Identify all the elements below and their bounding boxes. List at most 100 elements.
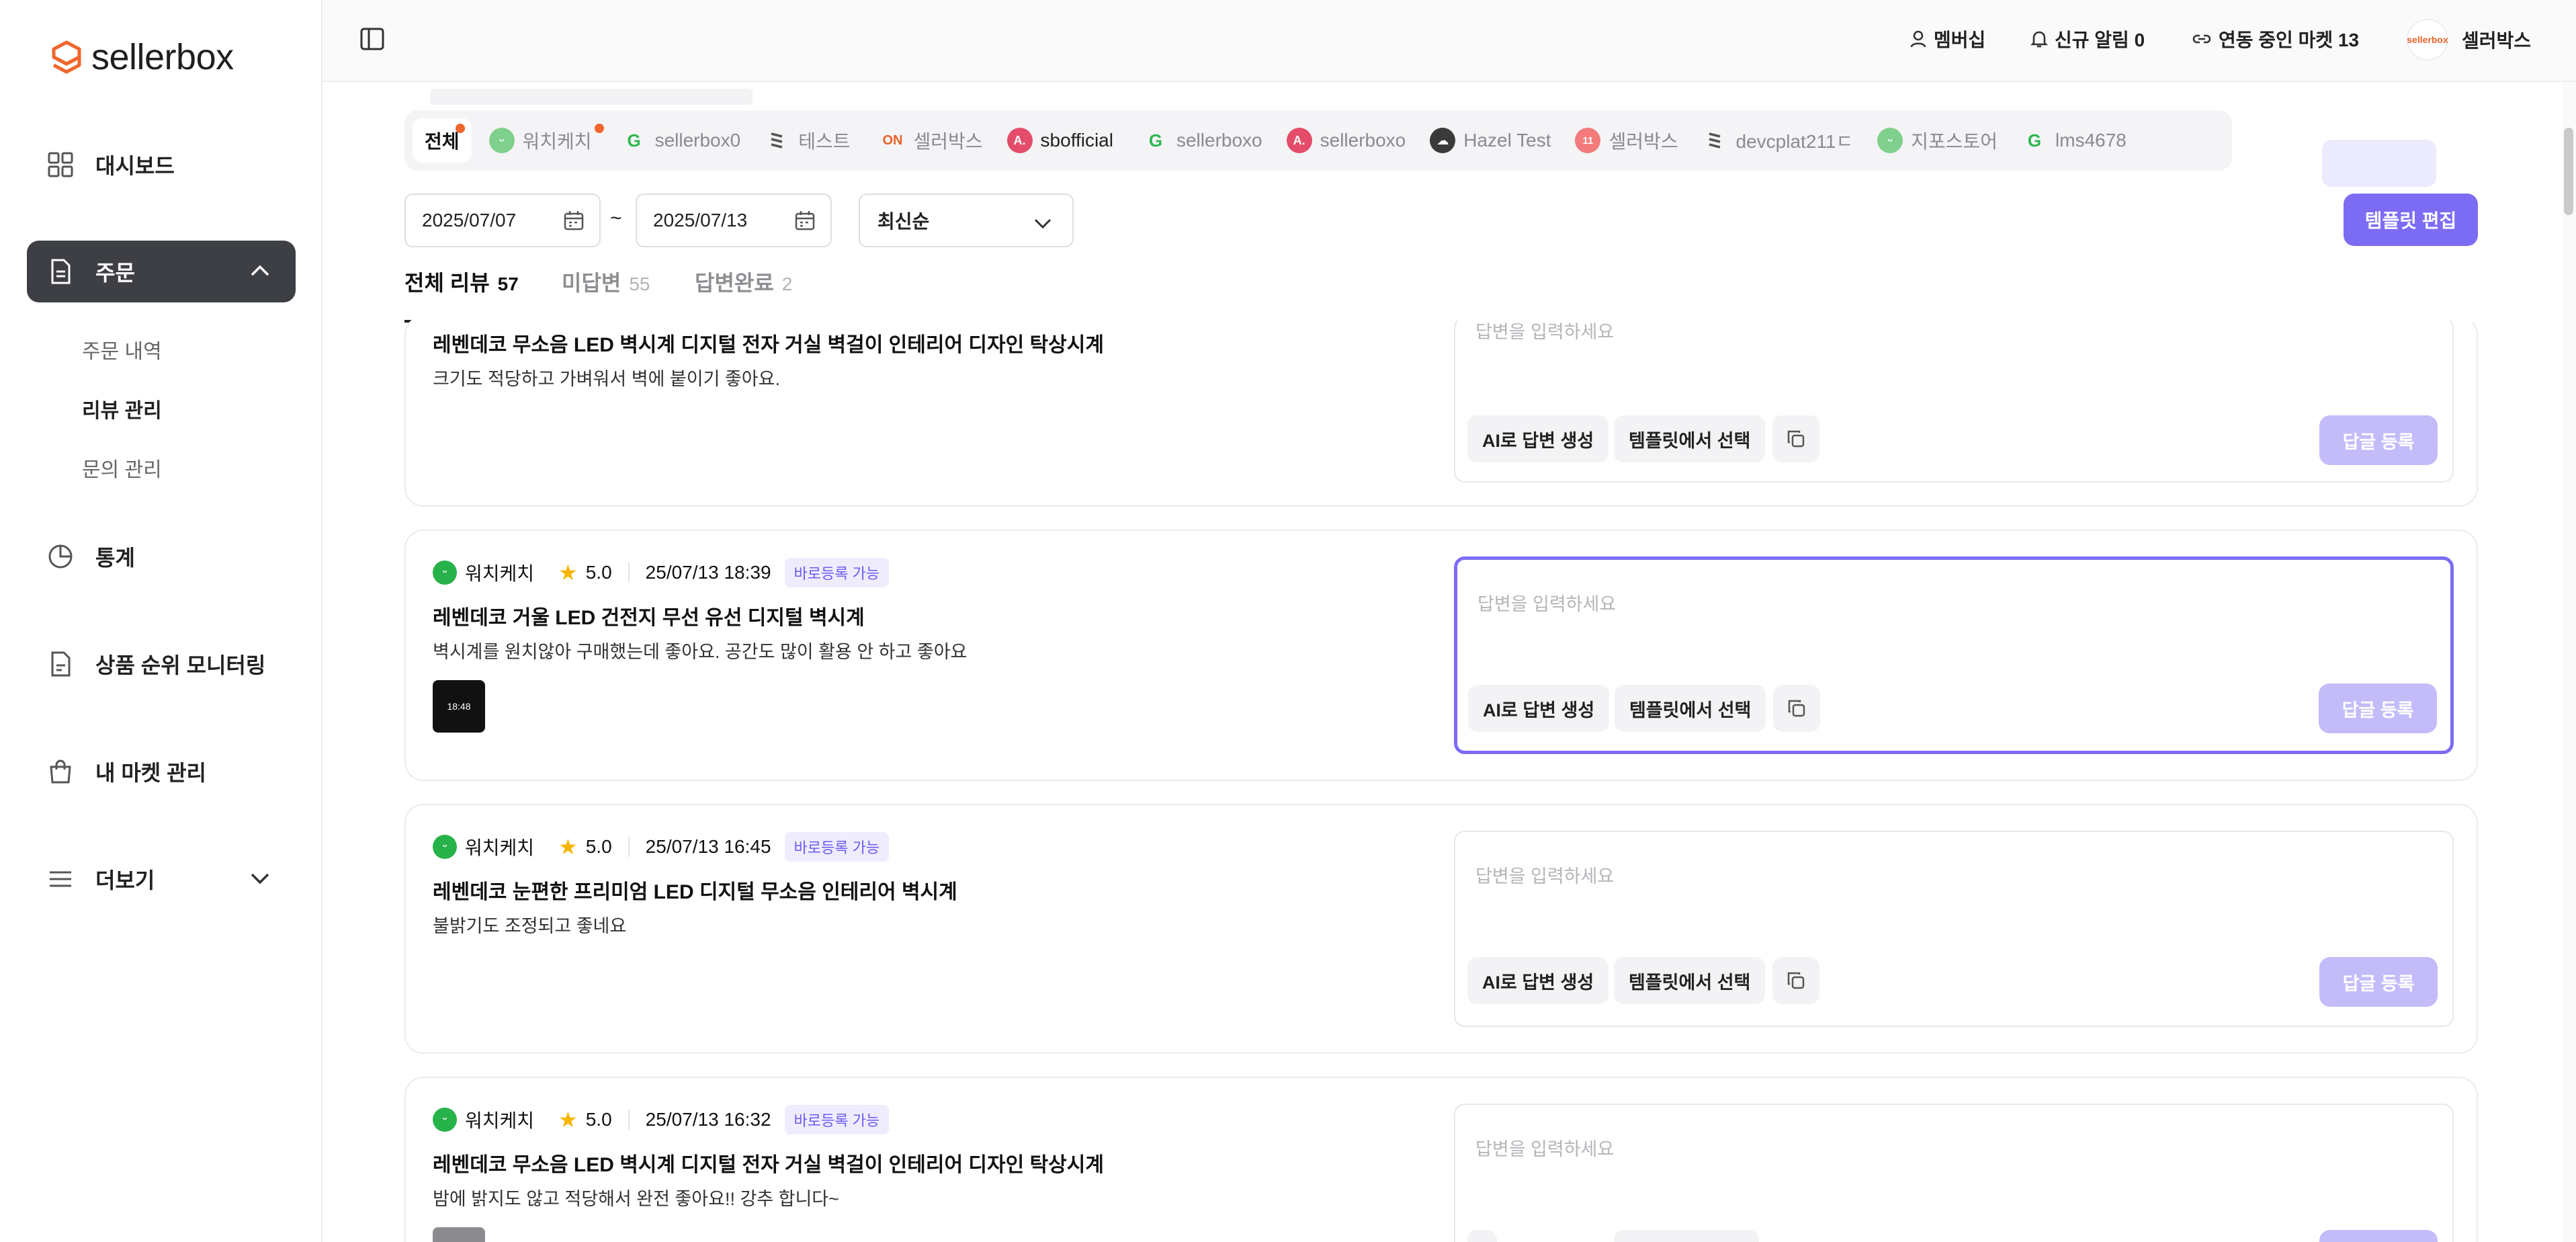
end-date-value: 2025/07/13 bbox=[653, 210, 748, 231]
sidebar-item-dashboard[interactable]: 대시보드 bbox=[27, 134, 296, 196]
faded-background-button bbox=[2322, 140, 2436, 187]
review-date: 25/07/13 18:39 bbox=[645, 562, 771, 583]
calendar-icon[interactable] bbox=[563, 210, 585, 236]
brand-logo[interactable]: sellerbox bbox=[51, 36, 234, 78]
date-range-separator: ~ bbox=[610, 207, 622, 229]
market-tab-label: 테스트 bbox=[798, 131, 851, 152]
sidebar-subitem-order-history[interactable]: 주문 내역 bbox=[82, 335, 162, 364]
sidebar-item-statistics[interactable]: 통계 bbox=[27, 526, 296, 587]
submit-reply-button[interactable] bbox=[2319, 1230, 2438, 1242]
submit-reply-button[interactable]: 답글 등록 bbox=[2319, 684, 2437, 733]
divider bbox=[628, 563, 630, 583]
product-title: 레벤데코 눈편한 프리미엄 LED 디지털 무소음 인테리어 벽시계 bbox=[433, 881, 957, 903]
watchkechi-icon: ᵕ bbox=[1877, 128, 1903, 153]
sidebar-item-rank-monitoring[interactable]: 상품 순위 모니터링 bbox=[27, 633, 296, 695]
scrollbar-track[interactable] bbox=[2563, 82, 2576, 1242]
scrollbar-thumb[interactable] bbox=[2564, 128, 2573, 215]
reply-box: 답변을 입력하세요 AI로 답변 생성 템플릿에서 선택 답글 등록 bbox=[1454, 831, 2454, 1027]
ai-reply-button[interactable]: AI로 답변 생성 bbox=[1467, 415, 1609, 462]
sidebar-item-orders[interactable]: 주문 bbox=[27, 241, 296, 302]
calendar-icon[interactable] bbox=[794, 210, 816, 236]
review-date: 25/07/13 16:45 bbox=[645, 836, 771, 857]
sort-value: 최신순 bbox=[877, 211, 930, 232]
market-tab[interactable]: 테스트 bbox=[753, 118, 862, 163]
tab-label: 전체 리뷰 bbox=[404, 271, 490, 295]
membership-link[interactable]: 멤버십 bbox=[1909, 26, 1985, 52]
market-tab-label: devcplat211ㄷ bbox=[1735, 131, 1854, 152]
template-select-button[interactable]: 템플릿에서 선택 bbox=[1614, 415, 1766, 462]
market-tab[interactable]: A. sbofficial bbox=[995, 118, 1125, 163]
market-tab[interactable]: 11 셀러박스 bbox=[1563, 118, 1690, 163]
review-photo[interactable] bbox=[433, 1227, 485, 1242]
sellerbox-logo-icon bbox=[52, 40, 81, 74]
tab-all-reviews[interactable]: 전체 리뷰 57 bbox=[404, 266, 519, 297]
new-dot-indicator bbox=[455, 124, 465, 133]
market-tab-all[interactable]: 전체 bbox=[413, 118, 472, 163]
sort-select[interactable]: 최신순 bbox=[859, 194, 1074, 247]
ai-reply-button[interactable]: AI로 답변 생성 bbox=[1467, 957, 1609, 1004]
brand-name: sellerbox bbox=[91, 37, 234, 77]
rating-value: 5.0 bbox=[585, 562, 612, 583]
review-meta: ᵕ 워치케치 ★ 5.0 25/07/13 18:39 바로등록 가능 bbox=[433, 558, 890, 587]
market-tab[interactable]: ᵕ 지포스토어 bbox=[1865, 118, 2010, 163]
copy-icon[interactable] bbox=[1773, 685, 1820, 732]
market-tab[interactable]: ☁ Hazel Test bbox=[1418, 118, 1563, 163]
market-tab[interactable]: ᵕ 워치케치 bbox=[477, 118, 604, 163]
review-text: 불밝기도 조정되고 좋네요 bbox=[433, 916, 627, 936]
sidebar-item-label: 내 마켓 관리 bbox=[95, 761, 206, 785]
reply-input[interactable]: 답변을 입력하세요 bbox=[1475, 862, 1614, 888]
market-tab-label: sellerboxo bbox=[1176, 130, 1262, 151]
market-tab[interactable]: A. sellerboxo bbox=[1275, 118, 1418, 163]
market-tab[interactable]: G sellerbox0 bbox=[609, 118, 753, 163]
submit-reply-button[interactable]: 답글 등록 bbox=[2319, 957, 2438, 1007]
market-tab[interactable]: devcplat211ㄷ bbox=[1690, 118, 1866, 163]
linked-markets-link[interactable]: 연동 중인 마켓 13 bbox=[2192, 26, 2359, 52]
submit-reply-button[interactable]: 답글 등록 bbox=[2319, 415, 2438, 465]
linked-markets-label: 연동 중인 마켓 13 bbox=[2219, 30, 2360, 50]
market-tab-label: sbofficial bbox=[1040, 130, 1113, 151]
template-edit-button[interactable]: 템플릿 편집 bbox=[2344, 194, 2478, 246]
user-icon bbox=[1910, 30, 1926, 48]
grid-icon bbox=[46, 150, 75, 179]
ai-reply-button[interactable]: AI로 답변 생성 bbox=[1468, 685, 1610, 732]
sidebar-item-more[interactable]: 더보기 bbox=[27, 848, 296, 910]
template-select-button[interactable]: 템플릿에서 선택 bbox=[1614, 957, 1766, 1004]
market-tab-label: sellerboxo bbox=[1320, 130, 1406, 151]
market-tab[interactable]: ON 셀러박스 bbox=[868, 118, 995, 163]
market-tab-label: sellerbox0 bbox=[654, 130, 741, 151]
copy-icon[interactable] bbox=[1772, 415, 1819, 462]
ai-reply-button[interactable] bbox=[1467, 1230, 1497, 1242]
review-photo[interactable]: 18:48 bbox=[433, 680, 485, 733]
status-badge: 바로등록 가능 bbox=[784, 558, 890, 587]
reply-input[interactable]: 답변을 입력하세요 bbox=[1477, 589, 1616, 616]
pie-chart-icon bbox=[46, 542, 75, 571]
watchkechi-icon: ᵕ bbox=[433, 1108, 457, 1132]
shopping-bag-icon bbox=[46, 757, 75, 786]
status-badge: 바로등록 가능 bbox=[784, 832, 890, 862]
start-date-input[interactable]: 2025/07/07 bbox=[404, 194, 601, 247]
sidebar-item-my-markets[interactable]: 내 마켓 관리 bbox=[27, 741, 296, 802]
rating-value: 5.0 bbox=[585, 1109, 612, 1130]
new-dot-indicator bbox=[594, 124, 604, 133]
avatar: sellerbox bbox=[2407, 19, 2448, 60]
reply-input[interactable]: 답변을 입력하세요 bbox=[1475, 1134, 1614, 1161]
review-card: ᵕ 워치케치 ★ 5.0 25/07/13 16:32 바로등록 가능 레벤데코… bbox=[404, 1077, 2478, 1242]
template-select-button[interactable]: 템플릿에서 선택 bbox=[1615, 685, 1766, 732]
sidebar-subitem-review-management[interactable]: 리뷰 관리 bbox=[82, 394, 162, 423]
market-tab[interactable]: G sellerboxo bbox=[1131, 118, 1275, 163]
sidebar-item-label: 주문 bbox=[95, 261, 135, 285]
sidebar-subitem-inquiry-management[interactable]: 문의 관리 bbox=[82, 453, 162, 483]
sidebar-toggle-icon[interactable] bbox=[359, 26, 386, 56]
copy-icon[interactable] bbox=[1772, 957, 1819, 1004]
divider bbox=[628, 837, 630, 857]
end-date-input[interactable]: 2025/07/13 bbox=[636, 194, 832, 247]
g-icon: G bbox=[627, 130, 641, 151]
user-menu[interactable]: sellerbox 셀러박스 bbox=[2407, 19, 2531, 60]
review-text: 벽시계를 원치않아 구매했는데 좋아요. 공간도 많이 활용 안 하고 좋아요 bbox=[433, 642, 968, 662]
market-tab[interactable]: G lms4678 bbox=[2010, 118, 2139, 163]
reply-input[interactable]: 답변을 입력하세요 bbox=[1475, 317, 1614, 343]
tab-answered[interactable]: 답변완료 2 bbox=[695, 266, 792, 297]
notifications-link[interactable]: 신규 알림 0 bbox=[2030, 26, 2145, 52]
tab-unanswered[interactable]: 미답변 55 bbox=[562, 266, 650, 297]
template-select-button[interactable] bbox=[1614, 1230, 1759, 1242]
